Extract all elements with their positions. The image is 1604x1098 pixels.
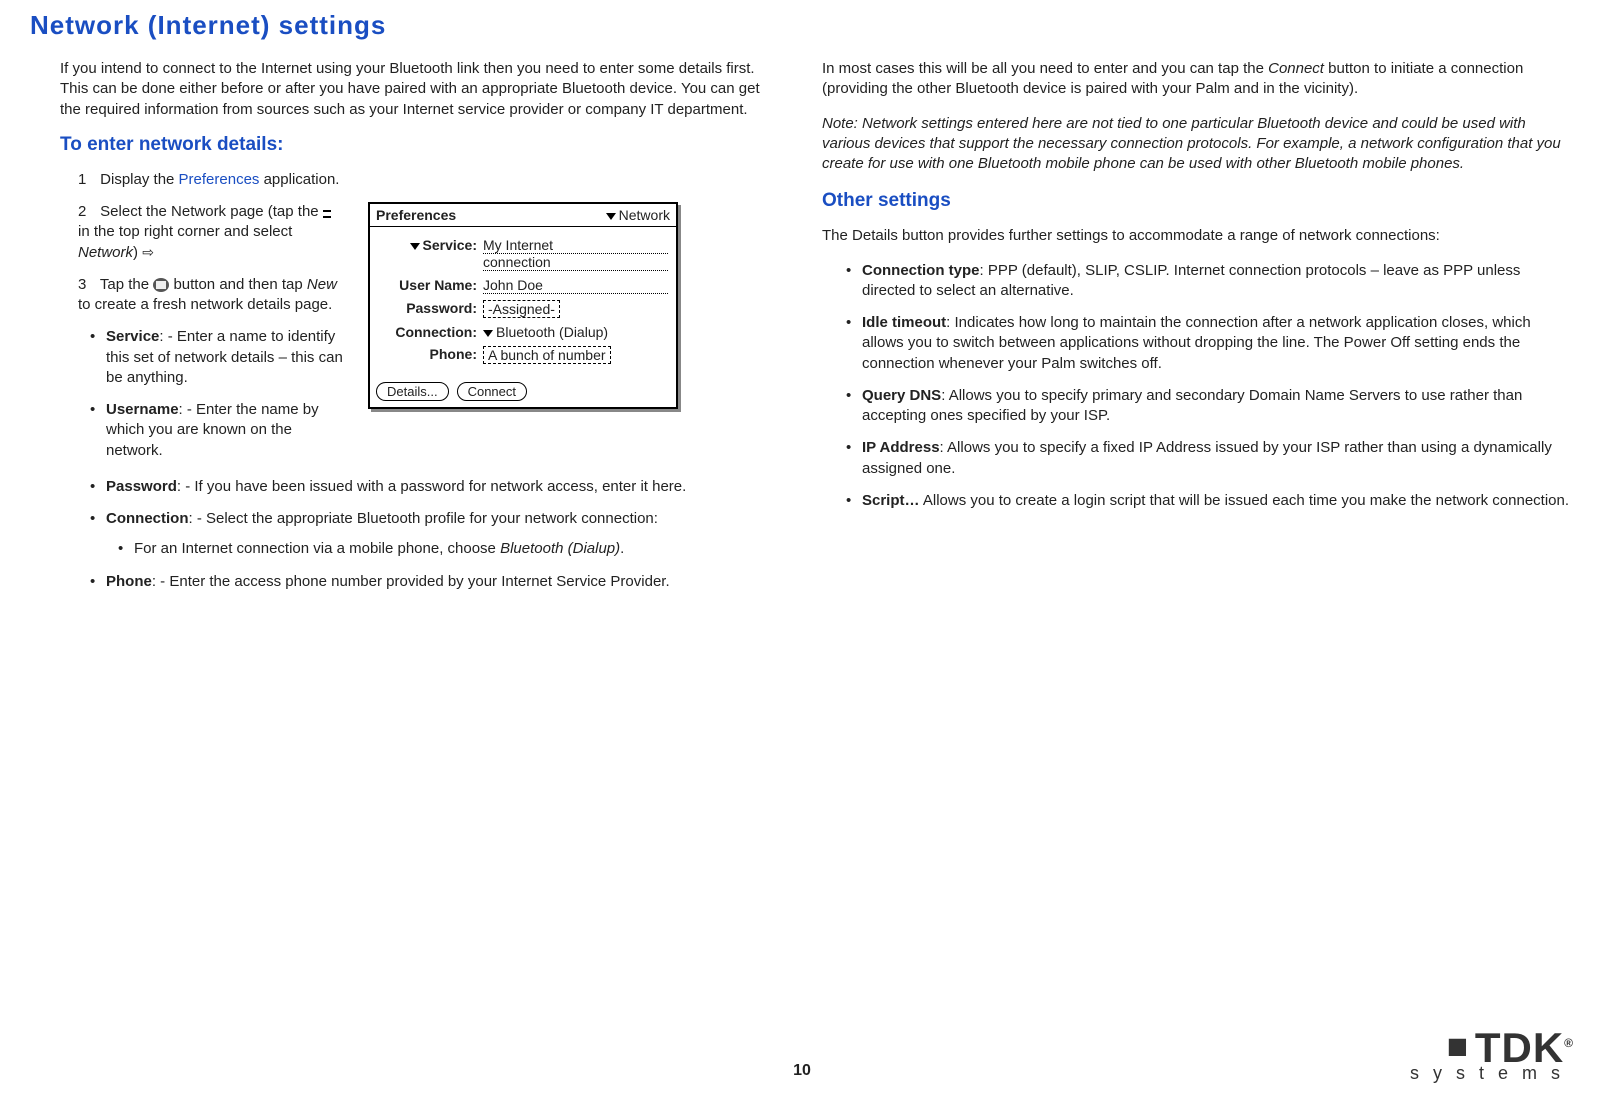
idle-text: : Indicates how long to maintain the con… [862,314,1531,372]
field-service-label: Service [106,328,159,345]
right-note: Note: Network settings entered here are … [822,114,1574,175]
other-ip-address: IP Address: Allows you to specify a fixe… [862,438,1574,479]
palm-username-value[interactable]: John Doe [483,277,668,294]
intro-paragraph: If you intend to connect to the Internet… [30,59,782,120]
connection-sub-a: For an Internet connection via a mobile … [134,540,500,557]
palm-phone-label: Phone: [378,346,483,362]
section-heading-enter-details: To enter network details: [30,134,782,156]
palm-connection-label: Connection: [378,324,483,340]
step-1: 1 Display the Preferences application. [78,170,782,190]
step-2-text-d: ) [133,244,142,261]
right-p1-a: In most cases this will be all you need … [822,60,1268,77]
other-query-dns: Query DNS: Allows you to specify primary… [862,386,1574,427]
script-label: Script… [862,492,920,509]
ip-text: : Allows you to specify a fixed IP Addre… [862,439,1552,476]
field-service: Service: - Enter a name to identify this… [106,327,350,388]
step-3-number: 3 [78,275,96,295]
step-3-new-word: New [307,276,337,293]
ip-label: IP Address [862,439,940,456]
section-heading-other: Other settings [822,190,1574,212]
field-password-label: Password [106,478,177,495]
step-2-text-b: in the top right corner and select [78,223,292,240]
connection-sub-b: Bluetooth (Dialup) [500,540,620,557]
step-1-number: 1 [78,170,96,190]
field-password-text: : - If you have been issued with a passw… [177,478,686,495]
right-arrow-icon: ⇨ [142,244,154,260]
other-idle-timeout: Idle timeout: Indicates how long to main… [862,313,1574,374]
palm-phone-value[interactable]: A bunch of number [483,346,611,364]
preferences-link[interactable]: Preferences [179,171,260,188]
palm-header-right-label: Network [619,207,670,223]
tdk-logo: ◆TDK® systems [1392,1029,1574,1084]
ct-label: Connection type [862,262,980,279]
logo-registered-icon: ® [1564,1036,1574,1050]
field-phone: Phone: - Enter the access phone number p… [106,572,782,592]
palm-header-title: Preferences [376,207,456,223]
page-number: 10 [793,1062,811,1080]
palm-password-label: Password: [378,300,483,316]
step-3: 3 Tap the button and then tap New to cre… [78,275,350,316]
script-text: Allows you to create a login script that… [920,492,1570,509]
service-dropdown-icon [410,243,420,250]
details-button[interactable]: Details... [376,382,449,401]
step-2: 2 Select the Network page (tap the in th… [78,202,350,263]
connection-sub-c: . [620,540,624,557]
dns-label: Query DNS [862,387,941,404]
field-connection-text: : - Select the appropriate Bluetooth pro… [189,510,658,527]
step-3-text-a: Tap the [100,276,153,293]
field-username-label: Username [106,401,179,418]
menu-button-icon [153,278,169,292]
palm-header-dropdown[interactable]: Network [606,207,670,223]
palm-service-label: Service: [423,237,477,253]
field-connection: Connection: - Select the appropriate Blu… [106,509,782,560]
connection-dropdown-icon [483,330,493,337]
palm-connection-value[interactable]: Bluetooth (Dialup) [483,324,608,340]
other-script: Script… Allows you to create a login scr… [862,491,1574,511]
idle-label: Idle timeout [862,314,946,331]
field-connection-sub: For an Internet connection via a mobile … [134,539,782,559]
field-phone-label: Phone [106,573,152,590]
right-p1: In most cases this will be all you need … [822,59,1574,100]
right-p2: The Details button provides further sett… [822,226,1574,246]
palm-password-value[interactable]: -Assigned- [483,300,560,318]
palm-service-value-2[interactable]: connection [483,254,668,271]
step-1-text-a: Display the [100,171,178,188]
right-p1-connect: Connect [1268,60,1324,77]
right-column: In most cases this will be all you need … [822,59,1574,604]
palm-username-label: User Name: [378,277,483,293]
dropdown-triangle-icon [606,213,616,220]
palm-connection-text: Bluetooth (Dialup) [496,324,608,340]
step-2-number: 2 [78,202,96,222]
dropdown-corner-icon [323,207,337,217]
step-2-text-a: Select the Network page (tap the [100,203,323,220]
logo-diamond-icon: ◆ [1441,1029,1477,1065]
step-3-text-b: button and then tap [169,276,307,293]
field-connection-label: Connection [106,510,189,527]
field-phone-text: : - Enter the access phone number provid… [152,573,670,590]
connect-button[interactable]: Connect [457,382,527,401]
other-connection-type: Connection type: PPP (default), SLIP, CS… [862,261,1574,302]
field-password: Password: - If you have been issued with… [106,477,782,497]
field-username: Username: - Enter the name by which you … [106,400,350,461]
left-column: If you intend to connect to the Internet… [30,59,782,604]
step-1-text-b: application. [259,171,339,188]
palm-screenshot: Preferences Network Service: My Internet… [368,202,678,409]
logo-sub-text: systems [1392,1063,1574,1084]
page-title: Network (Internet) settings [30,10,1574,41]
step-2-network-word: Network [78,244,133,261]
step-3-text-d: to create a fresh network details page. [78,296,332,313]
palm-service-value-1[interactable]: My Internet [483,237,668,254]
dns-text: : Allows you to specify primary and seco… [862,387,1522,424]
